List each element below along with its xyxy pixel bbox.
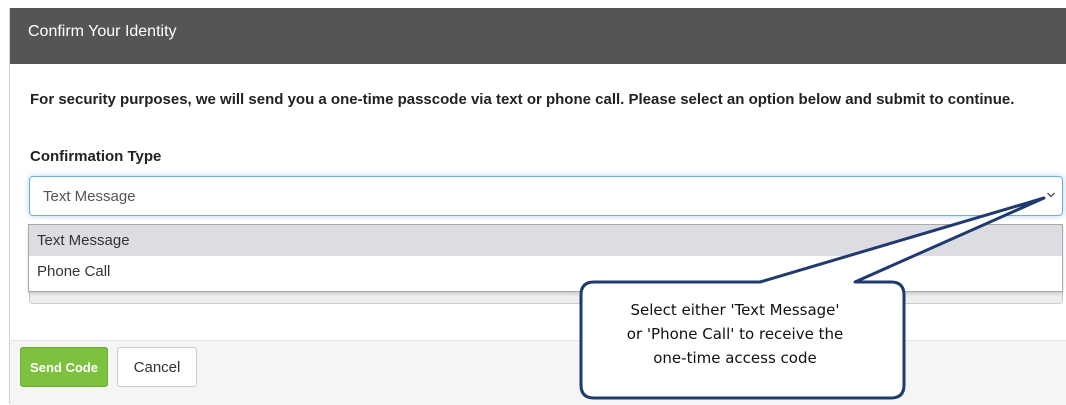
select-current-value: Text Message [43, 188, 136, 205]
chevron-down-icon [1047, 192, 1055, 198]
option-phone-call[interactable]: Phone Call [29, 256, 1062, 287]
dialog-description: For security purposes, we will send you … [30, 91, 1015, 108]
confirmation-type-label: Confirmation Type [30, 148, 162, 165]
option-text-message[interactable]: Text Message [29, 225, 1062, 256]
cancel-button[interactable]: Cancel [117, 347, 197, 387]
callout-line-2: or 'Phone Call' to receive the [626, 325, 844, 343]
confirmation-type-select[interactable]: Text Message [29, 176, 1063, 216]
callout-line-3: one-time access code [653, 349, 817, 367]
dialog-title: Confirm Your Identity [28, 23, 177, 40]
confirmation-type-dropdown: Text Message Phone Call [28, 224, 1063, 292]
confirm-identity-dialog: Confirm Your Identity For security purpo… [9, 8, 1066, 405]
callout-line-1: Select either 'Text Message' [630, 301, 840, 319]
send-code-button[interactable]: Send Code [20, 347, 108, 387]
dialog-header: Confirm Your Identity [10, 8, 1066, 64]
callout-text: Select either 'Text Message' or 'Phone C… [580, 286, 890, 396]
